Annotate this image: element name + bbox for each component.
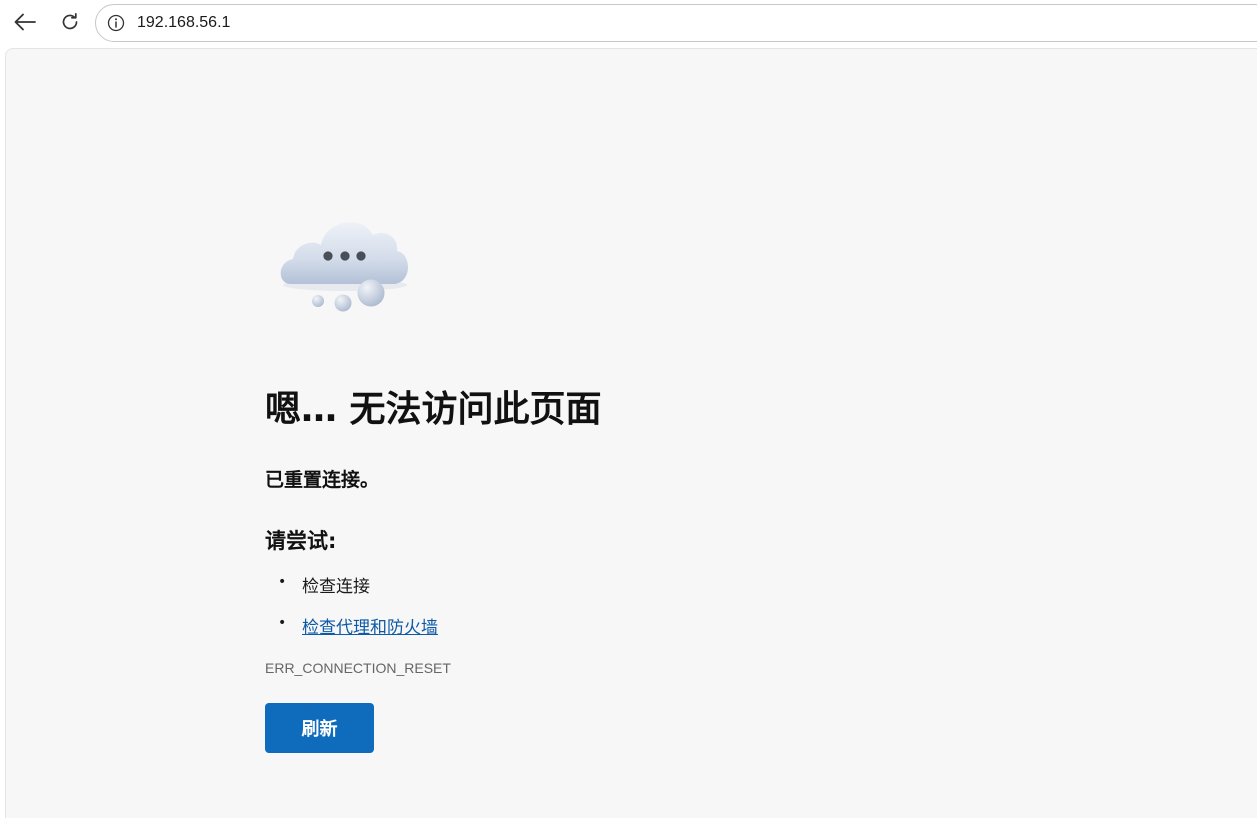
- reload-button[interactable]: [54, 8, 86, 40]
- error-page: [5, 48, 1257, 818]
- proxy-firewall-link[interactable]: 检查代理和防火墙: [302, 613, 438, 638]
- bullet-icon: •: [278, 615, 287, 631]
- bullet-icon: •: [278, 574, 287, 590]
- try-heading: 请尝试:: [265, 529, 337, 553]
- info-icon[interactable]: [107, 14, 125, 32]
- cloud-illustration-icon: [273, 207, 417, 319]
- back-button[interactable]: [9, 8, 41, 40]
- page-title: 嗯… 无法访问此页面: [265, 389, 602, 430]
- error-code: ERR_CONNECTION_RESET: [265, 660, 451, 676]
- url-text[interactable]: 192.168.56.1: [137, 14, 230, 32]
- reload-icon: [60, 12, 80, 36]
- refresh-button[interactable]: 刷新: [265, 703, 374, 753]
- address-bar[interactable]: 192.168.56.1: [95, 4, 1257, 42]
- browser-toolbar: 192.168.56.1: [0, 0, 1257, 48]
- back-arrow-icon: [14, 13, 36, 35]
- error-description: 已重置连接。: [265, 469, 380, 491]
- suggestion-label: 检查连接: [302, 577, 370, 597]
